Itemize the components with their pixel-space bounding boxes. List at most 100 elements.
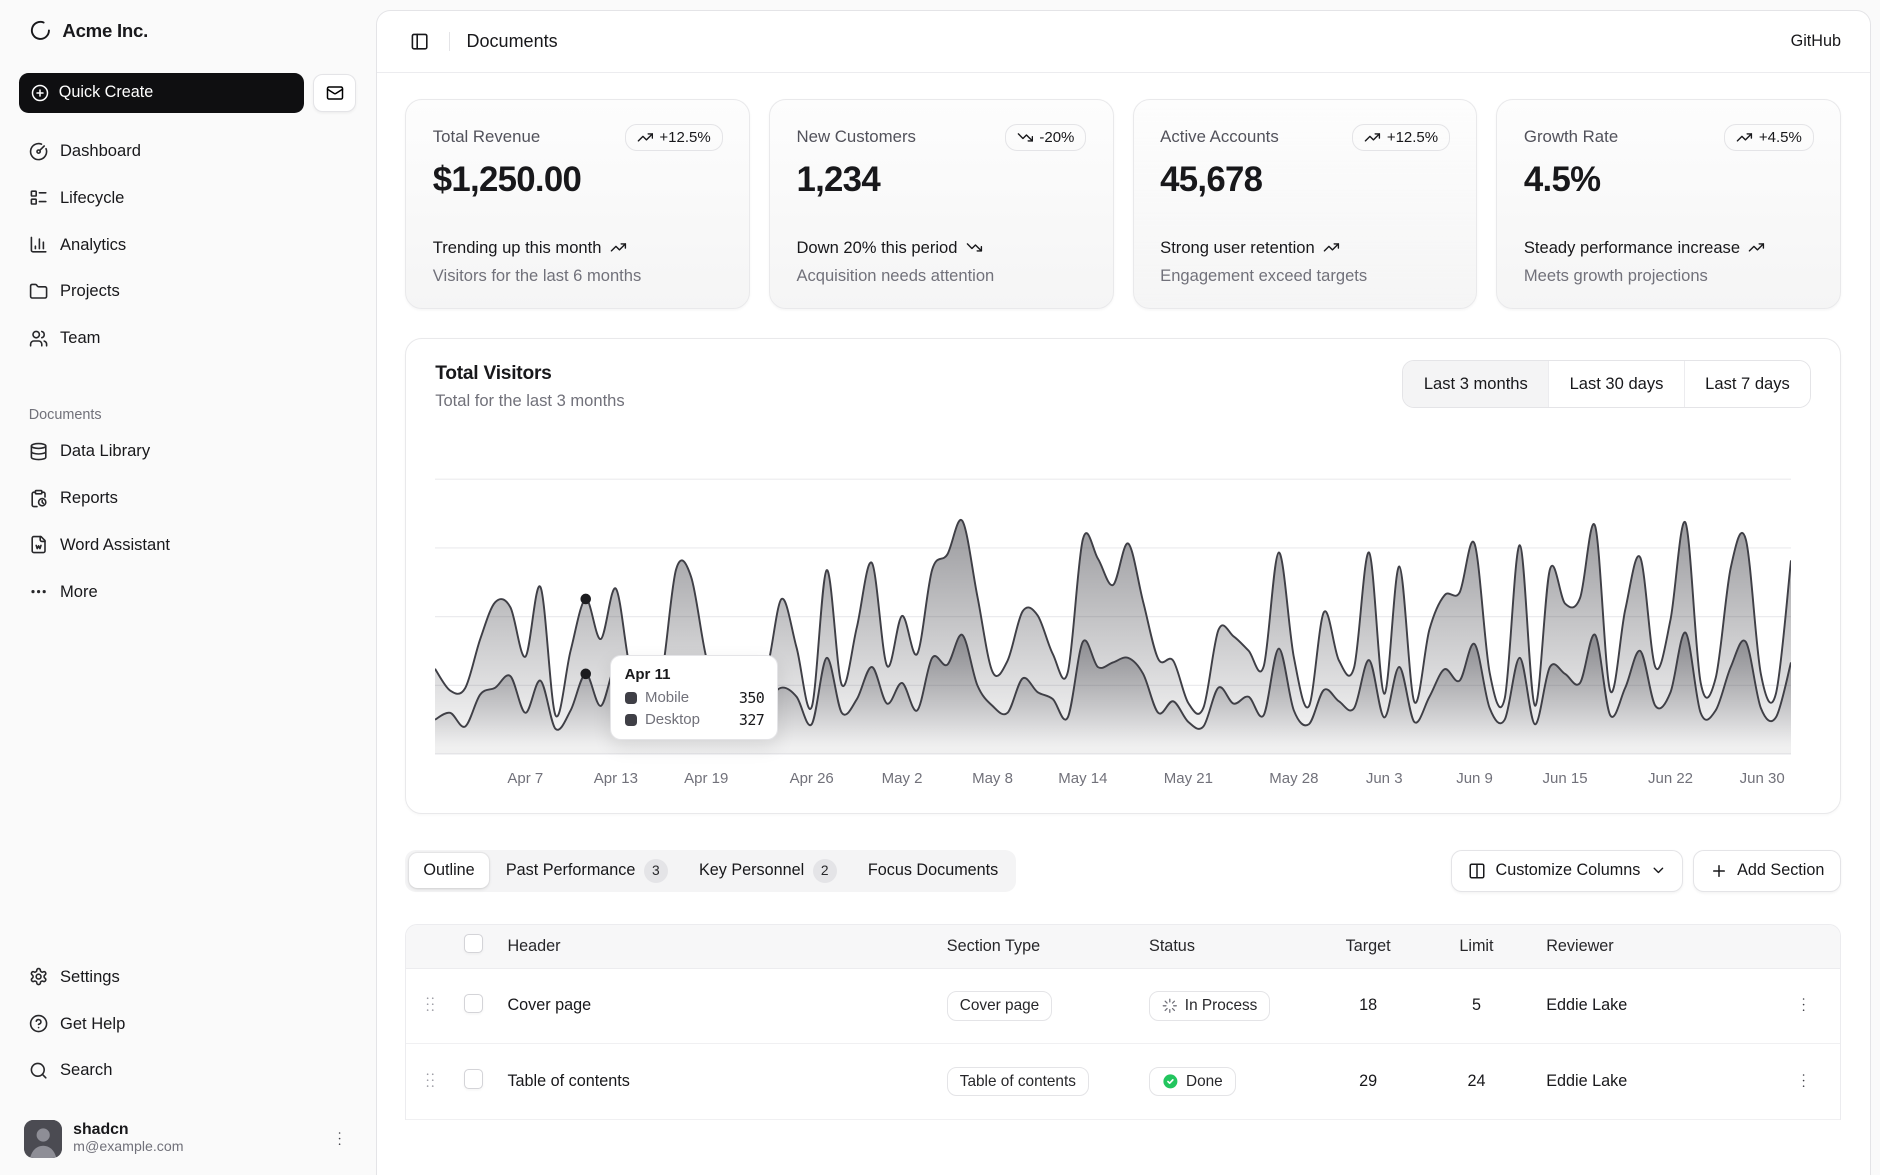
cell-reviewer[interactable]: Eddie Lake: [1537, 1044, 1768, 1120]
stat-card-footer-desc: Meets growth projections: [1524, 266, 1814, 286]
user-more-button[interactable]: [328, 1127, 352, 1151]
users-icon: [29, 329, 48, 348]
sidebar-item-label: Analytics: [60, 235, 126, 255]
gauge-icon: [29, 142, 48, 161]
customize-columns-button[interactable]: Customize Columns: [1451, 850, 1683, 892]
range-option-0[interactable]: Last 3 months: [1403, 361, 1548, 407]
tab-past-performance[interactable]: Past Performance3: [491, 853, 682, 888]
add-section-button[interactable]: Add Section: [1693, 850, 1841, 892]
sidebar-nav-secondary: Settings Get Help Search: [19, 958, 356, 1098]
brand-logo-icon: [29, 19, 52, 42]
avatar: [24, 1120, 62, 1158]
sidebar-item-projects[interactable]: Projects: [19, 272, 356, 310]
sidebar-item-reports[interactable]: Reports: [19, 479, 356, 517]
sidebar-item-label: Lifecycle: [60, 188, 124, 208]
toolbar-actions: Customize Columns Add Section: [1451, 850, 1841, 892]
svg-text:May 2: May 2: [882, 770, 923, 787]
stat-card-label: Active Accounts: [1160, 124, 1279, 146]
row-checkbox[interactable]: [464, 1069, 483, 1088]
stat-card-footer-desc: Acquisition needs attention: [796, 266, 1086, 286]
tooltip-row: Mobile350: [625, 689, 765, 707]
cell-reviewer[interactable]: Eddie Lake: [1537, 968, 1768, 1044]
svg-text:Jun 9: Jun 9: [1456, 770, 1493, 787]
sidebar-item-dashboard[interactable]: Dashboard: [19, 132, 356, 170]
sidebar-toggle-button[interactable]: [405, 27, 434, 56]
user-menu[interactable]: shadcn m@example.com: [19, 1115, 356, 1158]
sidebar-item-team[interactable]: Team: [19, 319, 356, 357]
trending-down-icon: [966, 239, 983, 256]
col-reviewer: Reviewer: [1537, 925, 1768, 968]
sidebar-item-label: More: [60, 582, 98, 602]
sidebar-item-data-library[interactable]: Data Library: [19, 432, 356, 470]
loader-icon: [1162, 998, 1178, 1014]
stat-card-footer-title: Down 20% this period: [796, 236, 1086, 260]
tab-count-badge: 2: [813, 859, 837, 883]
sidebar-item-settings[interactable]: Settings: [19, 958, 356, 996]
stat-card-value: $1,250.00: [433, 160, 723, 200]
row-menu-button[interactable]: [1792, 993, 1816, 1017]
row-checkbox[interactable]: [464, 994, 483, 1013]
row-menu-button[interactable]: [1792, 1068, 1816, 1092]
svg-text:May 8: May 8: [972, 770, 1013, 787]
table-row: Table of contents Table of contents Done…: [406, 1044, 1840, 1120]
brand[interactable]: Acme Inc.: [19, 12, 356, 49]
cell-target[interactable]: 29: [1320, 1044, 1416, 1120]
drag-handle[interactable]: [418, 1068, 443, 1093]
content: Total Revenue +12.5% $1,250.00 Trending …: [377, 73, 1870, 1120]
sidebar-item-search[interactable]: Search: [19, 1051, 356, 1089]
sidebar-item-get-help[interactable]: Get Help: [19, 1004, 356, 1042]
sidebar-nav-documents: Data Library Reports Word Assistant More: [19, 432, 356, 619]
stat-card-label: Total Revenue: [433, 124, 540, 146]
table-row: Cover page Cover page In Process 18 5 Ed…: [406, 968, 1840, 1044]
gear-icon: [29, 967, 48, 986]
trending-up-icon: [1364, 129, 1381, 146]
inbox-button[interactable]: [313, 74, 356, 112]
cell-target[interactable]: 18: [1320, 968, 1416, 1044]
app: Acme Inc. Quick Create Dashboard Lifecycl…: [0, 0, 1880, 1175]
col-target: Target: [1320, 925, 1416, 968]
circle-plus-icon: [31, 84, 49, 102]
cell-header[interactable]: Table of contents: [498, 1044, 937, 1120]
range-option-2[interactable]: Last 7 days: [1684, 361, 1810, 407]
quick-create-button[interactable]: Quick Create: [19, 73, 303, 113]
github-link[interactable]: GitHub: [1791, 32, 1841, 51]
table-header-row: Header Section Type Status Target Limit …: [406, 925, 1840, 968]
svg-text:Jun 3: Jun 3: [1366, 770, 1403, 787]
search-icon: [29, 1061, 48, 1080]
main-panel: Documents GitHub Total Revenue +12.5% $1…: [376, 10, 1871, 1175]
stat-card-0: Total Revenue +12.5% $1,250.00 Trending …: [405, 99, 750, 308]
tab-focus-documents[interactable]: Focus Documents: [853, 853, 1012, 888]
tooltip-date: Apr 11: [625, 666, 765, 683]
select-all-checkbox[interactable]: [464, 934, 483, 953]
stat-card-value: 1,234: [796, 160, 1086, 200]
sidebar-item-word-assistant[interactable]: Word Assistant: [19, 526, 356, 564]
page-header: Documents GitHub: [377, 11, 1870, 73]
stat-card-label: New Customers: [796, 124, 915, 146]
tooltip-row: Desktop327: [625, 711, 765, 729]
drag-handle[interactable]: [418, 992, 443, 1017]
area-chart-svg: Apr 7Apr 13Apr 19Apr 26May 2May 8May 14M…: [435, 442, 1791, 796]
stat-card-footer-desc: Engagement exceed targets: [1160, 266, 1450, 286]
ellipsis-icon: [29, 582, 48, 601]
stat-card-3: Growth Rate +4.5% 4.5% Steady performanc…: [1496, 99, 1841, 308]
cell-limit[interactable]: 24: [1416, 1044, 1536, 1120]
stat-card-footer-desc: Visitors for the last 6 months: [433, 266, 723, 286]
cell-header[interactable]: Cover page: [498, 968, 937, 1044]
stat-card-footer-title: Trending up this month: [433, 236, 723, 260]
trend-badge: +12.5%: [625, 124, 723, 150]
sidebar-item-analytics[interactable]: Analytics: [19, 226, 356, 264]
mail-icon: [326, 84, 344, 102]
svg-text:Jun 30: Jun 30: [1740, 770, 1785, 787]
more-vertical-icon: [330, 1129, 349, 1148]
sidebar-item-label: Search: [60, 1060, 112, 1080]
sections-table: Header Section Type Status Target Limit …: [406, 925, 1840, 1120]
sidebar-item-more[interactable]: More: [19, 573, 356, 611]
cell-limit[interactable]: 5: [1416, 968, 1536, 1044]
range-option-1[interactable]: Last 30 days: [1548, 361, 1684, 407]
sidebar-item-label: Settings: [60, 967, 120, 987]
tab-outline[interactable]: Outline: [409, 853, 489, 888]
tab-key-personnel[interactable]: Key Personnel2: [685, 853, 851, 888]
svg-text:May 21: May 21: [1164, 770, 1213, 787]
sidebar-item-lifecycle[interactable]: Lifecycle: [19, 179, 356, 217]
visitors-area-chart[interactable]: Apr 7Apr 13Apr 19Apr 26May 2May 8May 14M…: [435, 442, 1811, 796]
